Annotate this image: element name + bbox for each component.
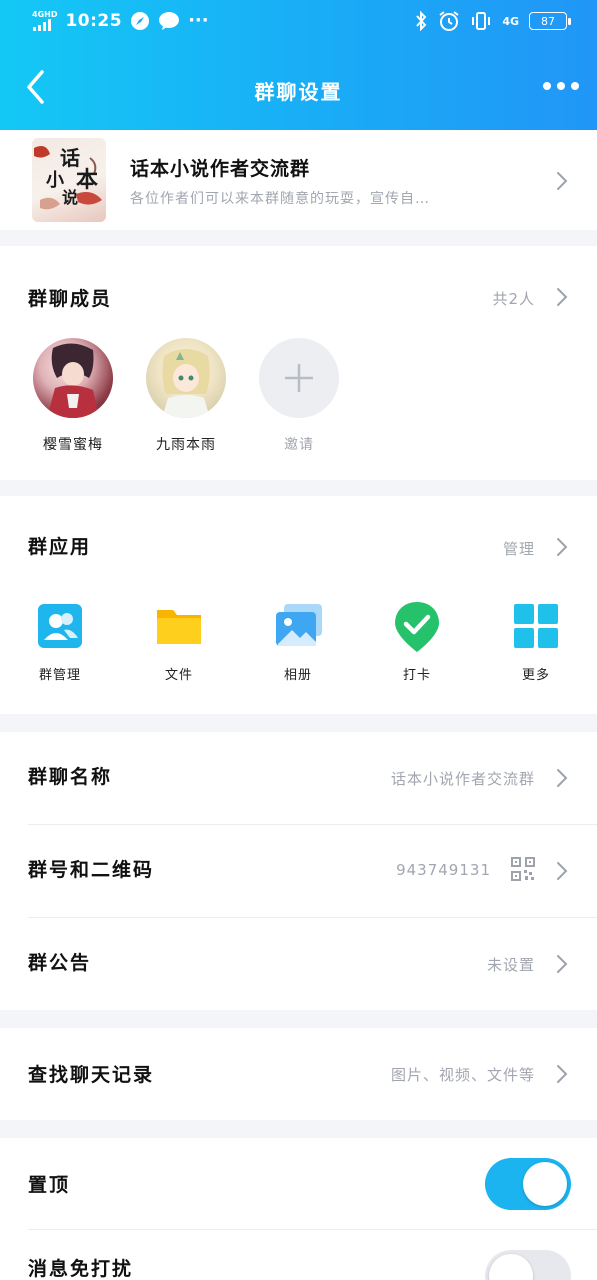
member-avatar-art — [162, 349, 210, 418]
row-group-notice[interactable]: 群公告 未设置 — [0, 918, 597, 1010]
member-name: 九雨本雨 — [156, 437, 216, 453]
checkin-icon — [391, 600, 443, 652]
apps-title: 群应用 — [28, 536, 92, 558]
status-time: 10:25 — [65, 10, 123, 31]
vibrate-icon — [472, 12, 491, 30]
group-settings-list: 群聊名称 话本小说作者交流群 群号和二维码 943749131 群公告 未设置 — [0, 732, 597, 1010]
mute-label: 消息免打扰 — [28, 1258, 134, 1280]
avatar-char-4: 说 — [62, 188, 79, 207]
network-indicator: 4GHD — [32, 10, 57, 31]
app-album[interactable]: 相册 — [258, 600, 338, 683]
chevron-right-icon — [557, 955, 568, 973]
status-more: ··· — [188, 10, 209, 31]
signal-icon — [33, 18, 51, 31]
divider — [28, 1229, 597, 1230]
avatar-char-3: 本 — [76, 167, 99, 193]
group-description: 各位作者们可以来本群随意的玩耍，宣传自… — [130, 191, 430, 207]
app-more[interactable]: 更多 — [496, 600, 576, 683]
pin-label: 置顶 — [28, 1174, 71, 1196]
chevron-right-icon — [557, 769, 568, 787]
row-group-name[interactable]: 群聊名称 话本小说作者交流群 — [0, 732, 597, 824]
member-item[interactable]: 樱雪蜜梅 — [23, 338, 123, 454]
member-avatar — [146, 338, 226, 418]
invite-label: 邀请 — [284, 437, 314, 453]
row-label: 群聊名称 — [28, 766, 113, 788]
group-name: 话本小说作者交流群 — [130, 158, 311, 180]
row-hint: 图片、视频、文件等 — [390, 1066, 535, 1084]
page-title: 群聊设置 — [254, 80, 343, 104]
app-label: 相册 — [283, 668, 312, 683]
group-profile-row[interactable]: 话 小 本 说 话本小说作者交流群 各位作者们可以来本群随意的玩耍，宣传自… — [0, 130, 597, 230]
group-id: 943749131 — [396, 861, 491, 879]
members-title: 群聊成员 — [28, 288, 113, 310]
pin-toggle[interactable] — [485, 1158, 571, 1210]
status-bar: 4GHD 10:25 ··· 4G 87 — [0, 0, 597, 44]
group-apps-section: 群应用 管理 群管理 文件 相册 打卡 更多 — [0, 496, 597, 714]
chevron-right-icon — [557, 172, 568, 190]
app-label: 更多 — [521, 668, 550, 683]
top-bar: 4GHD 10:25 ··· 4G 87 群聊设置 — [0, 0, 597, 130]
app-checkin[interactable]: 打卡 — [377, 600, 457, 683]
toggle-knob — [523, 1162, 567, 1206]
members-count[interactable]: 共2人 — [492, 288, 535, 309]
qr-code-icon — [511, 857, 535, 881]
member-name: 樱雪蜜梅 — [43, 437, 103, 453]
network-4g: 4G — [502, 14, 519, 28]
members-section: 群聊成员 共2人 樱雪蜜梅 九雨本雨 邀请 — [0, 246, 597, 480]
app-files[interactable]: 文件 — [139, 600, 219, 683]
plus-icon — [285, 364, 313, 392]
chevron-right-icon — [557, 1065, 568, 1083]
grid-icon — [510, 600, 562, 652]
group-avatar: 话 小 本 说 — [32, 138, 106, 222]
member-avatar — [33, 338, 113, 418]
group-manage-icon — [34, 600, 86, 652]
row-value: 话本小说作者交流群 — [390, 770, 535, 788]
bluetooth-icon — [416, 11, 427, 31]
search-chat-history-row[interactable]: 查找聊天记录 图片、视频、文件等 — [0, 1028, 597, 1120]
member-item[interactable]: 九雨本雨 — [136, 338, 236, 454]
app-label: 文件 — [164, 668, 193, 683]
album-icon — [272, 600, 324, 652]
apps-manage-link[interactable]: 管理 — [503, 538, 535, 559]
row-label: 群号和二维码 — [28, 859, 155, 881]
row-value: 未设置 — [486, 956, 535, 974]
folder-icon — [153, 600, 205, 652]
battery-icon: 87 — [529, 12, 571, 30]
compass-icon — [131, 11, 150, 30]
mute-toggle[interactable] — [485, 1250, 571, 1280]
chat-bubble-icon — [159, 11, 180, 30]
row-label: 群公告 — [28, 952, 92, 974]
row-label: 查找聊天记录 — [28, 1064, 155, 1086]
member-avatar-art — [47, 343, 99, 418]
toggle-settings: 置顶 消息免打扰 — [0, 1138, 597, 1280]
chevron-right-icon[interactable] — [555, 536, 569, 558]
chevron-right-icon[interactable] — [555, 286, 569, 308]
app-group-manage[interactable]: 群管理 — [20, 600, 100, 683]
row-group-id-qr[interactable]: 群号和二维码 943749131 — [0, 825, 597, 917]
toggle-knob — [489, 1254, 533, 1280]
app-label: 群管理 — [38, 668, 81, 683]
nav-bar: 群聊设置 — [0, 44, 597, 130]
chevron-right-icon — [557, 862, 568, 880]
alarm-icon — [439, 11, 459, 31]
app-label: 打卡 — [402, 668, 431, 683]
invite-button[interactable] — [259, 338, 339, 418]
more-dots-icon[interactable] — [541, 74, 581, 98]
invite-item[interactable]: 邀请 — [249, 338, 349, 454]
